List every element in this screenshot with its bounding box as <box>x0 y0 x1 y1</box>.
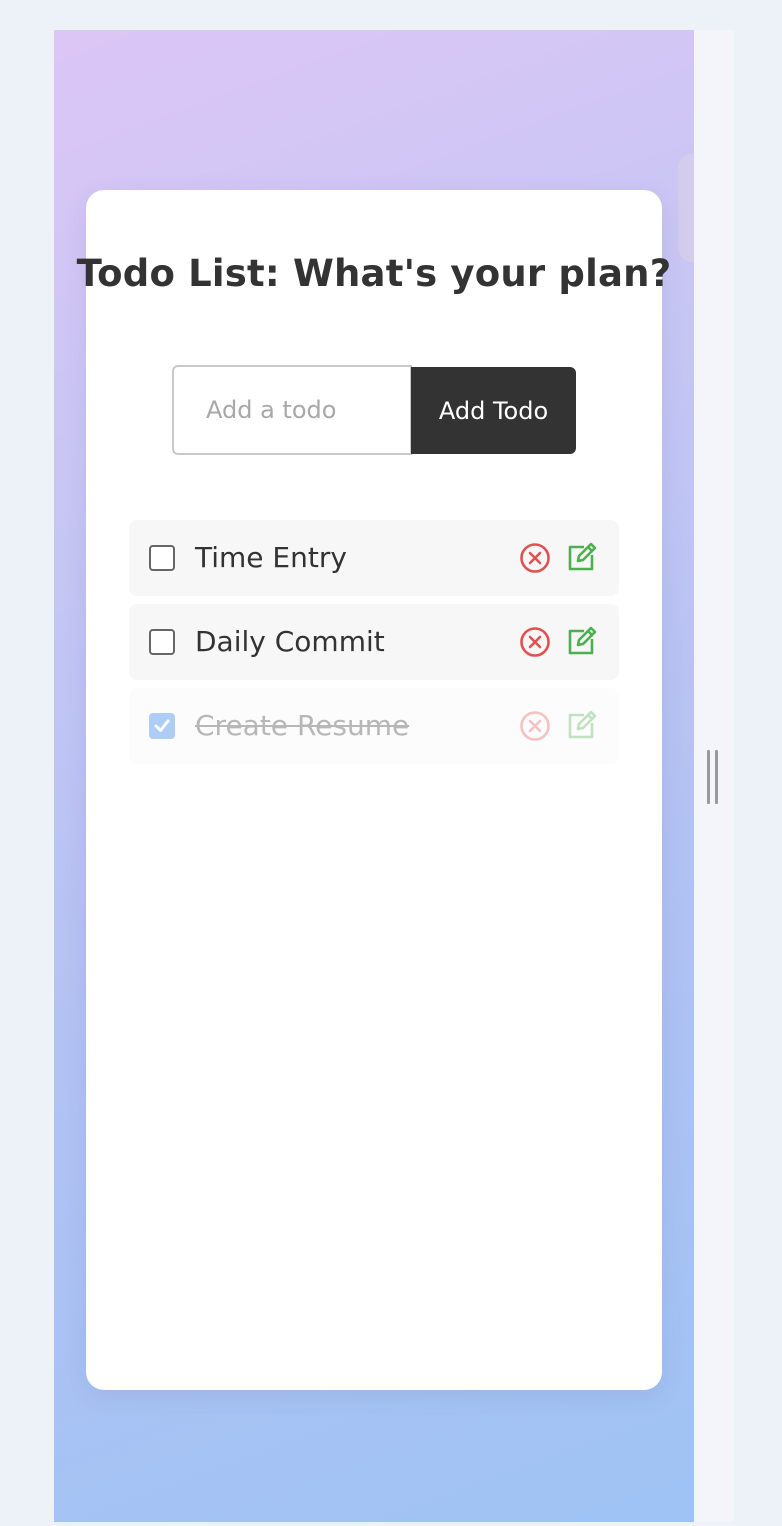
todo-checkbox[interactable] <box>149 629 175 655</box>
x-circle-icon[interactable] <box>519 542 551 574</box>
todo-input[interactable] <box>172 365 412 455</box>
todo-item: Daily Commit <box>129 604 619 680</box>
edit-icon[interactable] <box>566 541 598 573</box>
todo-text: Time Entry <box>195 541 347 574</box>
page-title: Todo List: What's your plan? <box>76 252 672 295</box>
todo-text: Daily Commit <box>195 625 385 658</box>
x-circle-icon[interactable] <box>519 626 551 658</box>
todo-item-completed: Create Resume <box>129 688 619 764</box>
edit-icon[interactable] <box>566 625 598 657</box>
edit-icon[interactable] <box>566 709 598 741</box>
offscreen-card-edge <box>678 154 694 262</box>
x-circle-icon[interactable] <box>519 710 551 742</box>
todo-checkbox[interactable] <box>149 545 175 571</box>
add-todo-button[interactable]: Add Todo <box>411 367 576 454</box>
checkmark-icon <box>154 719 170 732</box>
todo-item: Time Entry <box>129 520 619 596</box>
todo-text: Create Resume <box>195 709 410 742</box>
resize-handle[interactable] <box>707 750 721 804</box>
todo-checkbox[interactable] <box>149 713 175 739</box>
